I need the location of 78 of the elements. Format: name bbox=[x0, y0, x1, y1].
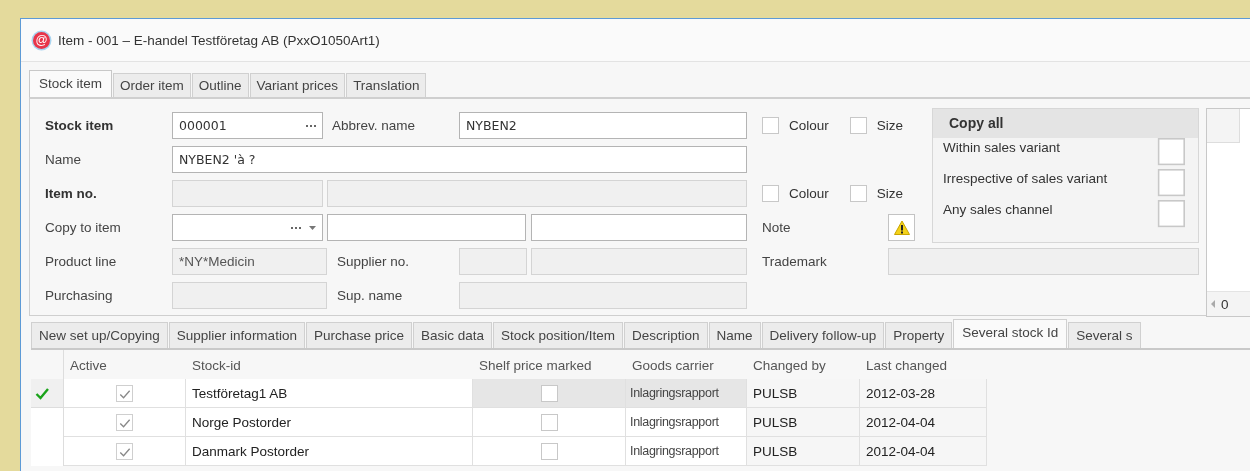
checkbox[interactable] bbox=[1157, 169, 1185, 197]
warning-icon bbox=[893, 219, 910, 236]
table-cell: Inlagringsrapport bbox=[626, 408, 747, 437]
field-label: Purchasing bbox=[45, 288, 114, 303]
table-cell: 2012-04-04 bbox=[860, 437, 987, 466]
checkbox[interactable] bbox=[540, 384, 558, 402]
tab[interactable]: Purchase price bbox=[305, 322, 412, 348]
table-cell: Inlagringsrapport bbox=[626, 437, 747, 466]
table-cell: PULSB bbox=[747, 408, 860, 437]
checkbox[interactable] bbox=[116, 384, 133, 402]
tab[interactable]: Order item bbox=[113, 73, 191, 97]
row-header[interactable] bbox=[31, 408, 64, 437]
checkbox-label: Any sales channel bbox=[943, 201, 1053, 217]
row-header[interactable] bbox=[31, 379, 64, 408]
field-label: Sup. name bbox=[336, 288, 404, 303]
checkbox-label: Size bbox=[876, 118, 904, 133]
checkbox[interactable] bbox=[1157, 138, 1185, 166]
table-cell: Inlagringsrapport bbox=[626, 379, 747, 408]
tab[interactable]: Variant prices bbox=[249, 73, 346, 97]
input-field[interactable] bbox=[327, 214, 526, 241]
table-cell: PULSB bbox=[747, 379, 860, 408]
tab[interactable]: Delivery follow-up bbox=[761, 322, 885, 348]
window-title: Item - 001 – E-handel Testföretag AB (PxxO1050Art1) bbox=[58, 32, 380, 48]
combo-box[interactable] bbox=[172, 214, 323, 241]
tab[interactable]: Stock position/Item bbox=[493, 322, 624, 348]
field-label: Copy to item bbox=[45, 220, 122, 235]
field-label: Item no. bbox=[45, 186, 98, 201]
checkbox-label: Within sales variant bbox=[943, 139, 1061, 155]
scroll-bar[interactable]: 0 bbox=[1207, 291, 1250, 316]
checkbox-label: Irrespective of sales variant bbox=[943, 170, 1108, 186]
scroll-value: 0 bbox=[1221, 296, 1229, 312]
input-field[interactable]: NYBEN2 'à ? bbox=[172, 146, 747, 173]
tab[interactable]: New set up/Copying bbox=[31, 322, 168, 348]
checkbox[interactable] bbox=[116, 413, 133, 431]
tab[interactable]: Several stock Id bbox=[953, 319, 1068, 348]
checkbox[interactable] bbox=[540, 442, 558, 460]
table-cell: 2012-04-04 bbox=[860, 408, 987, 437]
table-cell: PULSB bbox=[747, 437, 860, 466]
checkbox[interactable] bbox=[849, 117, 867, 134]
field-label: Note bbox=[762, 220, 792, 235]
input-field[interactable] bbox=[531, 214, 747, 241]
tab[interactable]: Outline bbox=[191, 73, 249, 97]
input-field[interactable]: NYBEN2 bbox=[459, 112, 747, 139]
field-label: Stock item bbox=[45, 118, 115, 133]
checkbox[interactable] bbox=[849, 185, 867, 202]
table-cell: Norge Postorder bbox=[186, 408, 473, 437]
app-logo-icon: @ bbox=[33, 31, 50, 49]
checkbox[interactable] bbox=[762, 185, 779, 202]
field-label: Product line bbox=[45, 254, 118, 269]
table-cell: Danmark Postorder bbox=[186, 437, 473, 466]
table-cell: Testföretag1 AB bbox=[186, 379, 473, 408]
tab[interactable]: Supplier information bbox=[168, 322, 305, 348]
scroll-left-icon bbox=[1211, 300, 1215, 308]
checkbox[interactable] bbox=[540, 413, 558, 431]
tab[interactable]: Name bbox=[708, 322, 761, 348]
tab[interactable]: Stock item bbox=[29, 70, 113, 97]
table-cell: 2012-03-28 bbox=[860, 379, 987, 408]
tab[interactable]: Property bbox=[885, 322, 953, 348]
group-title: Copy all bbox=[933, 109, 1198, 138]
tab[interactable]: Translation bbox=[346, 73, 427, 97]
field-label: Name bbox=[45, 152, 82, 167]
field-label: Supplier no. bbox=[336, 254, 411, 269]
field-label: Abbrev. name bbox=[331, 118, 417, 133]
warning-button[interactable] bbox=[888, 214, 915, 241]
checkbox-label: Colour bbox=[789, 186, 829, 201]
row-header[interactable] bbox=[31, 437, 64, 466]
checkbox-label: Colour bbox=[789, 118, 829, 133]
tab[interactable]: Description bbox=[624, 322, 708, 348]
input-field[interactable]: 000001 bbox=[172, 112, 323, 139]
check-icon bbox=[35, 386, 49, 400]
checkbox[interactable] bbox=[762, 117, 779, 134]
dropdown-arrow-icon bbox=[309, 225, 316, 230]
checkbox[interactable] bbox=[1157, 200, 1185, 228]
tab[interactable]: Several s bbox=[1068, 322, 1141, 348]
field-label: Trademark bbox=[762, 254, 828, 269]
checkbox-label: Size bbox=[876, 186, 904, 201]
tab[interactable]: Basic data bbox=[412, 322, 492, 348]
checkbox[interactable] bbox=[116, 442, 133, 460]
